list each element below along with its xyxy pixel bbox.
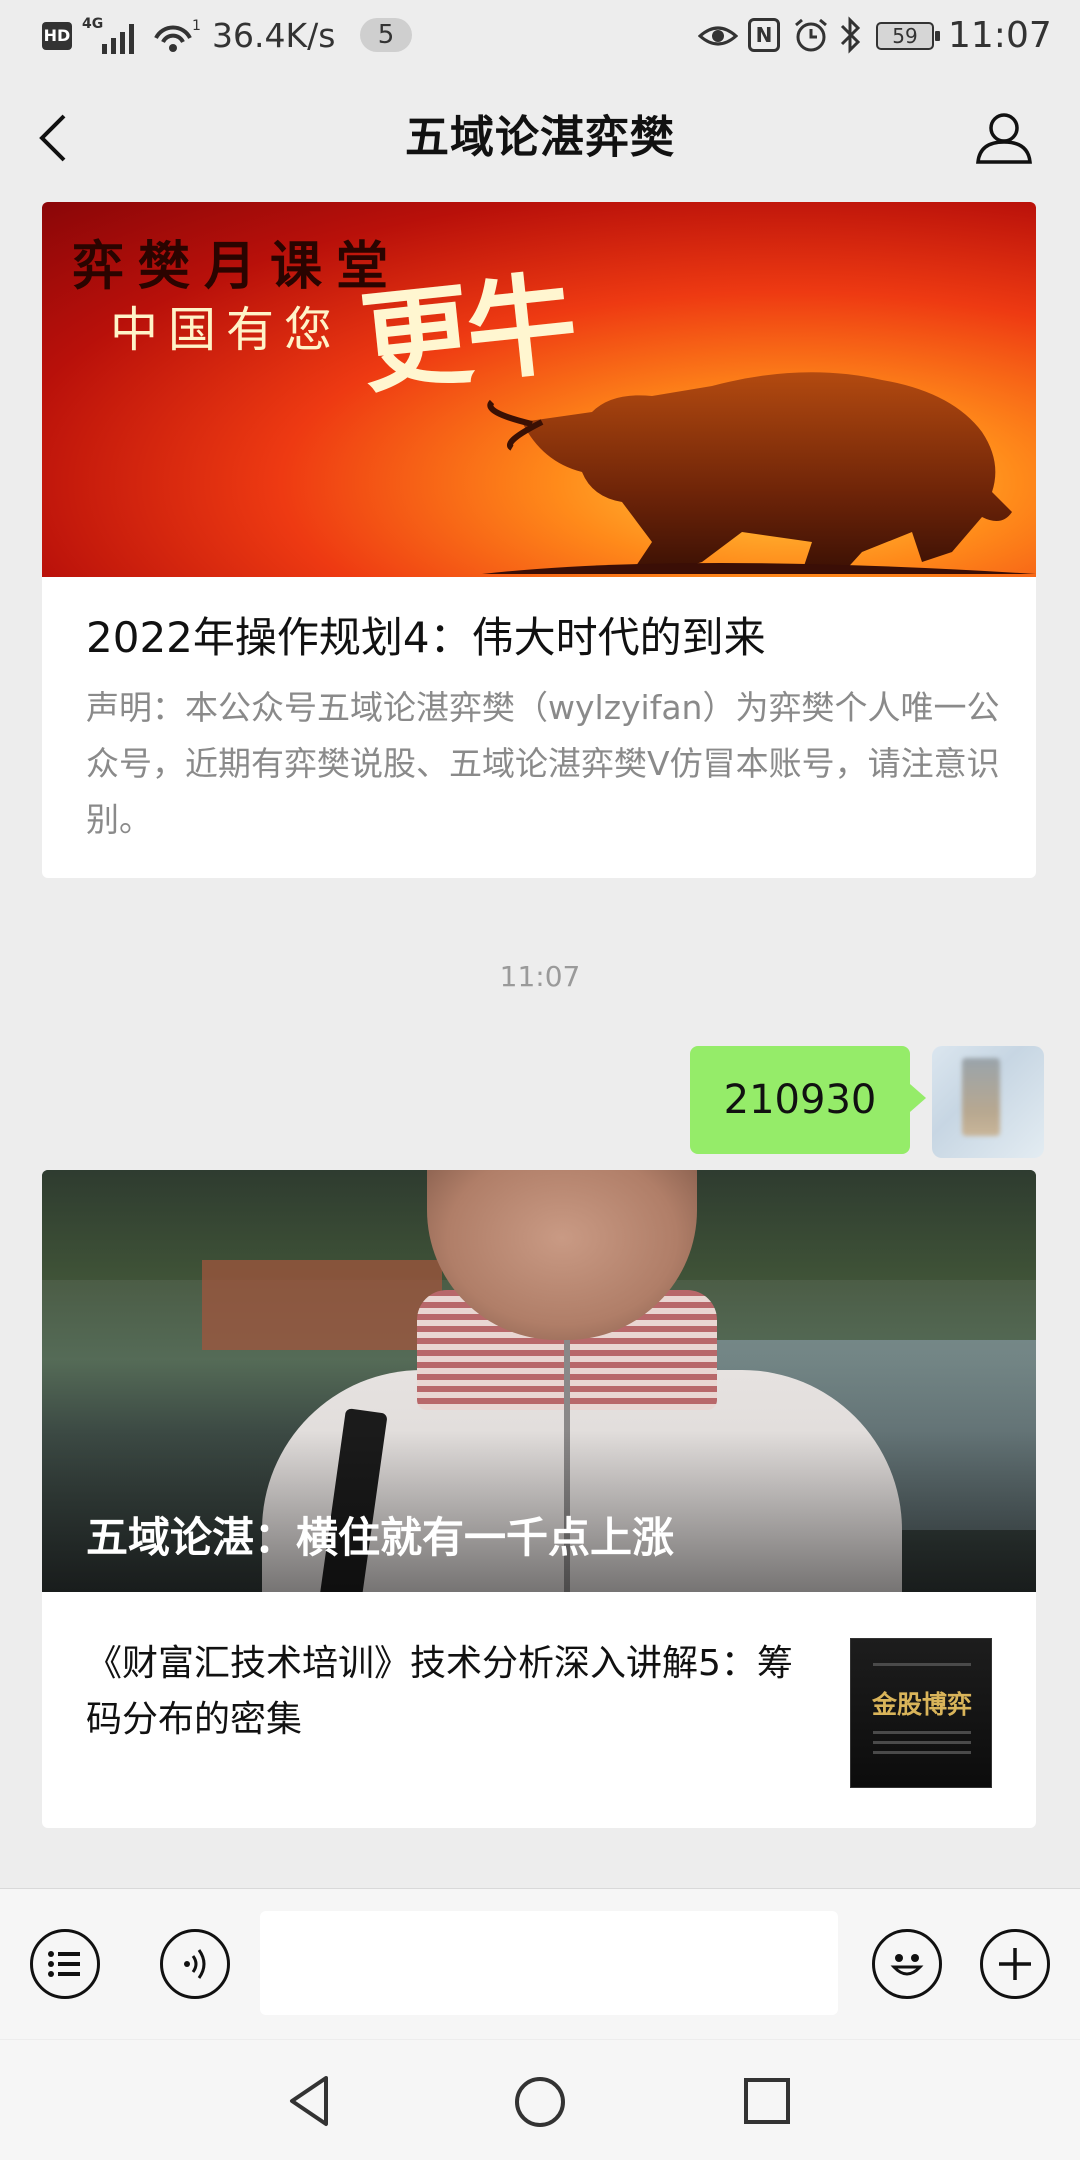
bluetooth-icon [840,16,861,54]
voice-icon[interactable] [160,1929,230,1999]
article-card[interactable]: 弈樊月课堂 中国有您 更牛 2022年操作规划4：伟大时代的到来 声明：本公众号… [42,202,1036,878]
article-thumbnail: 金股博弈 [850,1638,992,1788]
message-timestamp: 11:07 [499,960,581,993]
list-menu-icon[interactable] [30,1929,100,1999]
page-title: 五域论湛弈樊 [405,112,675,163]
article-title[interactable]: 2022年操作规划4：伟大时代的到来 [86,602,1006,674]
article-title[interactable]: 五域论湛：横住就有一千点上涨 [86,1510,986,1566]
svg-text:1: 1 [192,18,200,34]
avatar-image [962,1058,1000,1136]
article-summary: 声明：本公众号五域论湛弈樊（wylzyifan）为弈樊个人唯一公众号，近期有弈樊… [86,688,1000,839]
eye-icon [698,26,738,46]
network-speed: 36.4K/s [212,16,336,55]
battery-icon: 59 [876,22,940,50]
alarm-icon [795,18,827,52]
avatar[interactable] [932,1046,1044,1158]
signal-icon: 4G [82,16,140,56]
banner-caption: 中国有您 [110,302,343,358]
photo-background [202,1260,442,1350]
thumbnail-caption: 金股博弈 [871,1690,972,1719]
article-banner: 弈樊月课堂 中国有您 更牛 [42,202,1036,577]
bull-sculpture-image [482,372,1036,574]
back-triangle-icon[interactable] [284,2072,334,2130]
system-navigation-bar [0,2040,1080,2160]
plus-icon[interactable] [980,1929,1050,1999]
notification-count-badge: 5 [360,18,412,52]
home-circle-icon[interactable] [512,2074,568,2130]
clock: 11:07 [948,15,1052,56]
status-bar: HD 4G 1 36.4K/s 5 N 59 11:07 [0,0,1080,72]
person-icon[interactable] [974,110,1034,166]
wifi-icon: 1 [154,18,200,52]
nfc-icon: N [748,18,780,52]
emoji-icon[interactable] [872,1929,942,1999]
article-title[interactable]: 《财富汇技术培训》技术分析深入讲解5：筹码分布的密集 [86,1636,826,1748]
article-cover-photo[interactable]: 五域论湛：横住就有一千点上涨 [42,1170,1036,1592]
article-list-item[interactable]: 《财富汇技术培训》技术分析深入讲解5：筹码分布的密集 金股博弈 [42,1592,1036,1828]
hd-icon: HD [42,22,72,50]
message-input[interactable] [260,1911,838,2015]
sent-message-bubble[interactable]: 210930 [690,1046,926,1154]
article-card[interactable]: 五域论湛：横住就有一千点上涨 《财富汇技术培训》技术分析深入讲解5：筹码分布的密… [42,1170,1036,1828]
recents-square-icon[interactable] [742,2076,792,2126]
chat-input-bar [0,1888,1080,2039]
